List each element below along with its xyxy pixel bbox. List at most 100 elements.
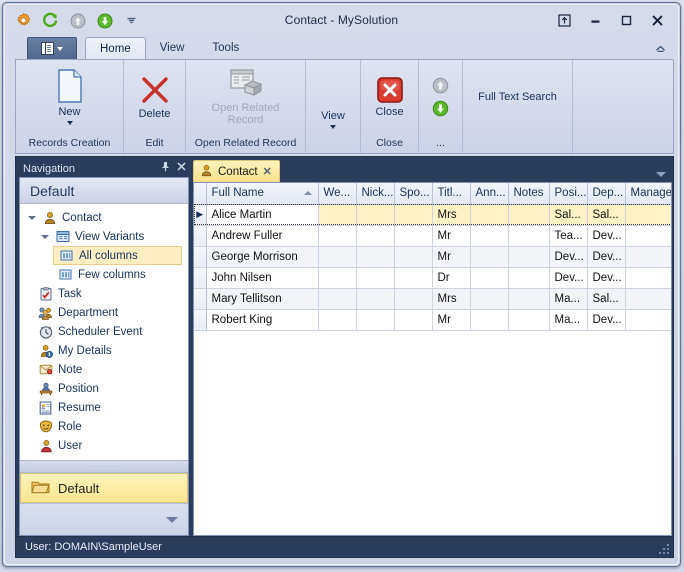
tree-item-scheduler-event[interactable]: Scheduler Event xyxy=(20,322,188,341)
chevron-down-icon[interactable] xyxy=(66,121,73,125)
cell-department[interactable]: Sal... xyxy=(587,288,626,310)
tree-item-role[interactable]: Role xyxy=(20,417,188,436)
cell-title[interactable]: Mr xyxy=(432,246,471,268)
cell-full-name[interactable]: Alice Martin xyxy=(206,204,319,226)
cell-manager[interactable] xyxy=(625,246,671,268)
cell-spouse[interactable] xyxy=(394,288,433,310)
column-header-website[interactable]: We... xyxy=(318,183,357,205)
table-row[interactable]: ▶ Alice Martin Mrs Sal... Sal... xyxy=(194,204,671,226)
cell-position[interactable]: Ma... xyxy=(549,288,588,310)
cell-full-name[interactable]: Robert King xyxy=(206,309,319,331)
cell-department[interactable]: Sal... xyxy=(587,204,626,226)
cell-position[interactable]: Ma... xyxy=(549,309,588,331)
full-text-search-button[interactable]: Full Text Search xyxy=(469,89,566,105)
new-button[interactable]: New xyxy=(22,66,117,127)
cell-nickname[interactable] xyxy=(356,204,395,226)
cell-department[interactable]: Dev... xyxy=(587,267,626,289)
column-header-department[interactable]: Dep... xyxy=(587,183,626,205)
tree-item-user[interactable]: User xyxy=(20,436,188,455)
column-header-position[interactable]: Posi... xyxy=(549,183,588,205)
column-header-full-name[interactable]: Full Name xyxy=(206,183,319,205)
cell-website[interactable] xyxy=(318,309,357,331)
cell-website[interactable] xyxy=(318,288,357,310)
cell-nickname[interactable] xyxy=(356,225,395,247)
column-header-title[interactable]: Titl... xyxy=(432,183,471,205)
tree-item-position[interactable]: Position xyxy=(20,379,188,398)
cell-anniversary[interactable] xyxy=(470,225,509,247)
cell-anniversary[interactable] xyxy=(470,309,509,331)
maximize-button[interactable] xyxy=(611,9,641,31)
cell-title[interactable]: Mr xyxy=(432,225,471,247)
view-button[interactable]: View xyxy=(312,108,354,131)
cell-anniversary[interactable] xyxy=(470,288,509,310)
tree-item-note[interactable]: Note xyxy=(20,360,188,379)
cell-nickname[interactable] xyxy=(356,309,395,331)
cell-title[interactable]: Dr xyxy=(432,267,471,289)
close-icon[interactable] xyxy=(177,162,186,174)
close-button[interactable] xyxy=(642,9,672,31)
cell-spouse[interactable] xyxy=(394,225,433,247)
pin-icon[interactable] xyxy=(161,161,170,175)
column-header-spouse[interactable]: Spo... xyxy=(394,183,433,205)
tree-item-contact[interactable]: Contact xyxy=(20,208,188,227)
tree-item-task[interactable]: Task xyxy=(20,284,188,303)
cell-department[interactable]: Dev... xyxy=(587,309,626,331)
cell-department[interactable]: Dev... xyxy=(587,246,626,268)
cell-notes[interactable] xyxy=(508,267,550,289)
column-header-nickname[interactable]: Nick... xyxy=(356,183,395,205)
cell-notes[interactable] xyxy=(508,309,550,331)
cell-title[interactable]: Mr xyxy=(432,309,471,331)
column-header-manager[interactable]: Manager xyxy=(625,183,671,205)
collapse-ribbon-button[interactable] xyxy=(654,43,666,53)
cell-notes[interactable] xyxy=(508,225,550,247)
cell-spouse[interactable] xyxy=(394,309,433,331)
down-green-icon[interactable] xyxy=(432,100,449,117)
cell-position[interactable]: Sal... xyxy=(549,204,588,226)
cell-notes[interactable] xyxy=(508,204,550,226)
cell-website[interactable] xyxy=(318,204,357,226)
cell-full-name[interactable]: Mary Tellitson xyxy=(206,288,319,310)
tree-item-department[interactable]: Department xyxy=(20,303,188,322)
table-row[interactable]: Mary Tellitson Mrs Ma... Sal... xyxy=(194,288,671,310)
cell-full-name[interactable]: John Nilsen xyxy=(206,267,319,289)
cell-full-name[interactable]: Andrew Fuller xyxy=(206,225,319,247)
tree-item-all-columns[interactable]: All columns xyxy=(53,246,182,265)
chevron-down-icon[interactable] xyxy=(330,125,336,129)
tree-item-my-details[interactable]: My Details xyxy=(20,341,188,360)
cell-title[interactable]: Mrs xyxy=(432,288,471,310)
cell-spouse[interactable] xyxy=(394,204,433,226)
tab-home[interactable]: Home xyxy=(85,37,146,59)
close-icon[interactable]: ✕ xyxy=(263,165,272,178)
restore-down-button[interactable] xyxy=(549,9,579,31)
cell-website[interactable] xyxy=(318,267,357,289)
column-header-notes[interactable]: Notes xyxy=(508,183,550,205)
resize-grip-icon[interactable] xyxy=(657,542,669,554)
cell-website[interactable] xyxy=(318,225,357,247)
cell-spouse[interactable] xyxy=(394,267,433,289)
tree-item-few-columns[interactable]: Few columns xyxy=(20,265,188,284)
cell-anniversary[interactable] xyxy=(470,204,509,226)
table-row[interactable]: Robert King Mr Ma... Dev... xyxy=(194,309,671,331)
expander-icon[interactable] xyxy=(39,234,50,239)
cell-position[interactable]: Dev... xyxy=(549,246,588,268)
open-related-record-button[interactable]: Open Related Record xyxy=(192,66,299,128)
delete-button[interactable]: Delete xyxy=(130,72,179,122)
cell-manager[interactable] xyxy=(625,267,671,289)
document-tab-menu-icon[interactable] xyxy=(656,172,666,177)
cell-manager[interactable] xyxy=(625,288,671,310)
cell-nickname[interactable] xyxy=(356,267,395,289)
column-header-anniversary[interactable]: Ann... xyxy=(470,183,509,205)
cell-website[interactable] xyxy=(318,246,357,268)
cell-anniversary[interactable] xyxy=(470,267,509,289)
chevron-down-icon[interactable] xyxy=(166,516,178,523)
cell-nickname[interactable] xyxy=(356,288,395,310)
cell-manager[interactable] xyxy=(625,204,671,226)
close-record-button[interactable]: Close xyxy=(367,74,412,120)
cell-manager[interactable] xyxy=(625,309,671,331)
tree-item-view-variants[interactable]: View Variants xyxy=(20,227,188,246)
cell-notes[interactable] xyxy=(508,288,550,310)
cell-manager[interactable] xyxy=(625,225,671,247)
document-tab-contact[interactable]: Contact ✕ xyxy=(193,160,280,182)
cell-anniversary[interactable] xyxy=(470,246,509,268)
cell-spouse[interactable] xyxy=(394,246,433,268)
